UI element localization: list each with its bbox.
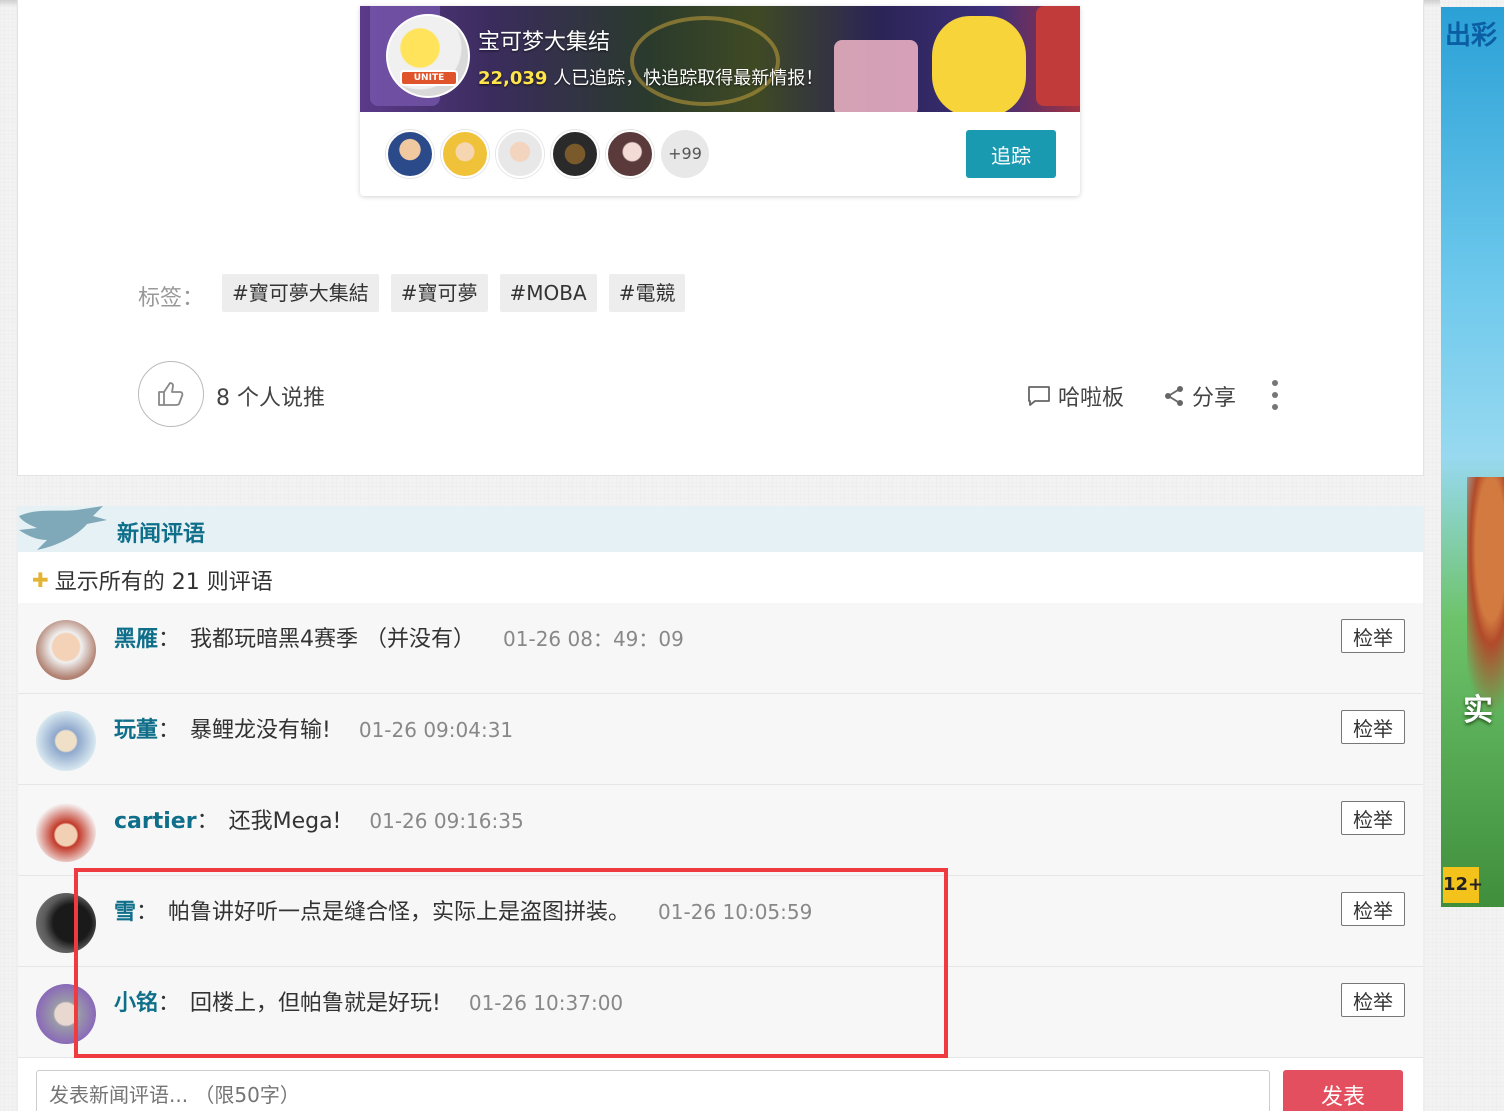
comment-username[interactable]: cartier [114, 809, 197, 834]
follower-avatar[interactable] [441, 130, 489, 178]
share-button[interactable]: 分享 [1162, 380, 1236, 412]
comment-row: 黑雁： 我都玩暗黑4赛季 （并没有） 01-26 08：49：09 检举 [18, 603, 1423, 694]
dragon-emblem-icon [19, 506, 107, 550]
ad-headline: 出彩 [1445, 21, 1498, 51]
like-button[interactable] [138, 361, 204, 427]
banner-art-right [1036, 6, 1080, 106]
comment-text: 暴鲤龙没有输! [190, 718, 331, 743]
like-count-text: 8 个人说推 [216, 386, 325, 411]
comment-row: 玩董： 暴鲤龙没有输! 01-26 09:04:31 检举 [18, 694, 1423, 785]
comments-title: 新闻评语 [117, 522, 206, 547]
avatar[interactable] [36, 984, 96, 1044]
comment-colon: ： [158, 718, 181, 743]
comment-username[interactable]: 玩董 [114, 718, 158, 743]
show-all-label: 显示所有的 21 则评语 [54, 570, 273, 595]
follow-button[interactable]: 追踪 [966, 130, 1056, 178]
ad-caption: 实 [1463, 693, 1493, 728]
share-icon [1165, 386, 1183, 406]
comment-colon: ： [196, 809, 219, 834]
follower-avatar[interactable] [606, 130, 654, 178]
tag-item[interactable]: #MOBA [499, 274, 597, 312]
report-button[interactable]: 检举 [1341, 892, 1405, 926]
report-button[interactable]: 检举 [1341, 983, 1405, 1017]
comments-header: 新闻评语 [17, 506, 1424, 552]
banner-art-center [630, 16, 780, 106]
comment-row: cartier： 还我Mega! 01-26 09:16:35 检举 [18, 785, 1423, 876]
board-title[interactable]: 宝可梦大集结 [478, 24, 610, 56]
banner-art-pikachu [932, 16, 1026, 112]
board-link-label: 哈啦板 [1058, 386, 1125, 411]
banner-art-clefairy [834, 40, 918, 112]
more-followers-badge[interactable]: +99 [661, 130, 709, 178]
board-banner[interactable]: UNITE 宝可梦大集结 22,039 人已追踪，快追踪取得最新情报！ [360, 6, 1080, 112]
tag-item[interactable]: #寶可夢 [390, 274, 488, 312]
avatar[interactable] [36, 620, 96, 680]
comment-text: 我都玩暗黑4赛季 （并没有） [190, 627, 476, 652]
comment-username[interactable]: 小铭 [114, 991, 158, 1016]
follower-avatar[interactable] [386, 130, 434, 178]
comment-time: 01-26 10:05:59 [658, 900, 813, 924]
more-options-icon[interactable] [1266, 378, 1284, 412]
comment-text: 回楼上，但帕鲁就是好玩! [190, 991, 441, 1016]
avatar[interactable] [36, 802, 96, 862]
plus-icon: ✚ [32, 568, 49, 592]
avatar[interactable] [36, 893, 96, 953]
board-logo-text: UNITE [400, 70, 458, 86]
follower-count: 22,039 [478, 68, 548, 89]
tag-item[interactable]: #電競 [608, 274, 686, 312]
comment-text: 帕鲁讲好听一点是缝合怪，实际上是盗图拼装。 [168, 900, 631, 925]
tag-list: #寶可夢大集結 #寶可夢 #MOBA #電競 [222, 274, 697, 312]
comment-time: 01-26 08：49：09 [503, 627, 684, 651]
show-all-comments-link[interactable]: ✚ 显示所有的 21 则评语 [32, 564, 273, 596]
comment-text: 还我Mega! [228, 809, 342, 834]
age-rating-badge: 12+ [1443, 867, 1483, 903]
report-button[interactable]: 检举 [1341, 710, 1405, 744]
comment-time: 01-26 09:04:31 [358, 718, 514, 742]
ad-character-art [1467, 477, 1504, 717]
comment-time: 01-26 09:16:35 [369, 809, 524, 833]
board-card[interactable]: UNITE 宝可梦大集结 22,039 人已追踪，快追踪取得最新情报！ +99 … [360, 6, 1080, 196]
board-logo: UNITE [386, 14, 470, 98]
comment-colon: ： [158, 991, 181, 1016]
comment-input[interactable] [36, 1070, 1270, 1111]
follower-avatars: +99 [386, 130, 709, 178]
side-advertisement[interactable]: 出彩 实 12+ [1441, 7, 1504, 907]
board-link[interactable]: 哈啦板 [1026, 380, 1124, 412]
comment-username[interactable]: 雪 [114, 900, 136, 925]
submit-comment-button[interactable]: 发表 [1283, 1070, 1403, 1111]
board-follower-info: 22,039 人已追踪，快追踪取得最新情报！ [478, 64, 823, 90]
comment-row: 小铭： 回楼上，但帕鲁就是好玩! 01-26 10:37:00 检举 [18, 967, 1423, 1058]
follower-avatar[interactable] [496, 130, 544, 178]
comment-list: 黑雁： 我都玩暗黑4赛季 （并没有） 01-26 08：49：09 检举 玩董： 暴鲤… [18, 603, 1423, 1058]
comment-row: 雪： 帕鲁讲好听一点是缝合怪，实际上是盗图拼装。 01-26 10:05:59 检举 [18, 876, 1423, 967]
report-button[interactable]: 检举 [1341, 619, 1405, 653]
comment-username[interactable]: 黑雁 [114, 627, 158, 652]
share-label: 分享 [1192, 386, 1237, 411]
comment-time: 01-26 10:37:00 [468, 991, 624, 1015]
comment-colon: ： [158, 627, 181, 652]
thumbs-up-icon [158, 382, 184, 406]
report-button[interactable]: 检举 [1341, 801, 1405, 835]
tags-label: 标签： [138, 286, 205, 311]
follower-avatar[interactable] [551, 130, 599, 178]
comment-bubble-icon [1028, 386, 1050, 406]
tag-item[interactable]: #寶可夢大集結 [222, 274, 379, 312]
comment-colon: ： [136, 900, 159, 925]
comments-section: ✚ 显示所有的 21 则评语 黑雁： 我都玩暗黑4赛季 （并没有） 01-26 08… [17, 552, 1424, 1111]
avatar[interactable] [36, 711, 96, 771]
follower-suffix: 人已追踪，快追踪取得最新情报！ [553, 68, 824, 89]
